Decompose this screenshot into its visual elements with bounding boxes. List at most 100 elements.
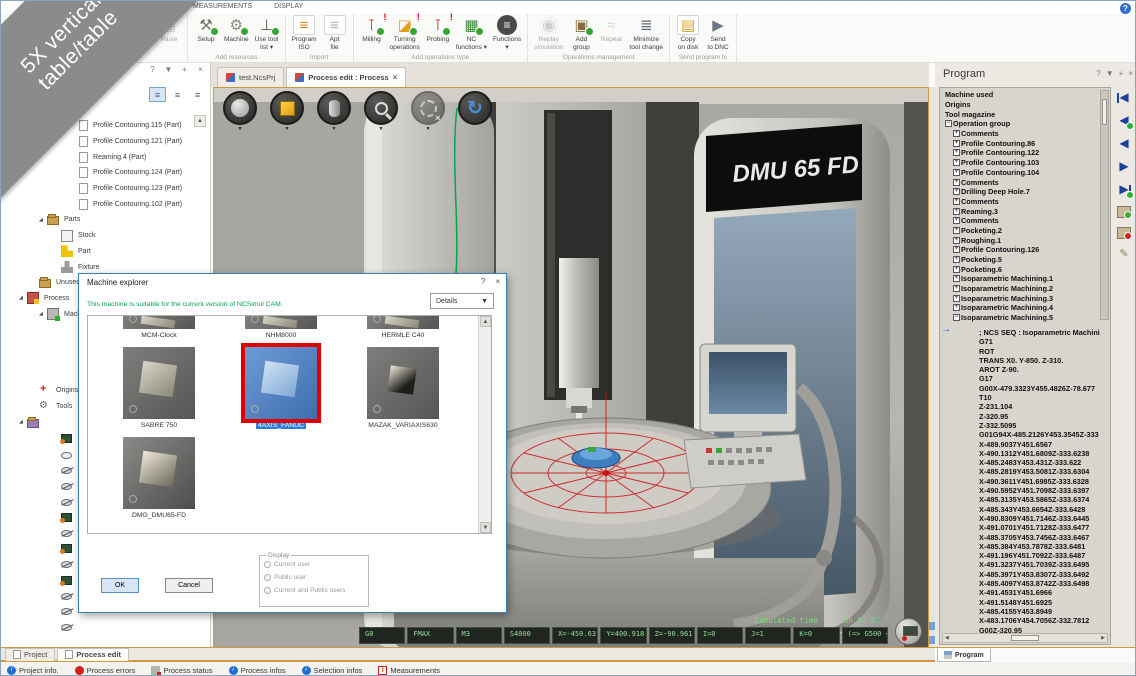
isometric-view-button[interactable]: ▼ (269, 91, 305, 133)
gcode-line[interactable]: X-485.2819Y453.5081Z-333.6304 (943, 467, 1111, 476)
tree-item[interactable]: Profile Contouring.123 (Part) (1, 181, 193, 197)
gcode-line[interactable]: X-485.4097Y453.8742Z-333.6498 (943, 579, 1111, 588)
machine-thumbnail[interactable]: SABRE 750 (123, 347, 195, 429)
program-tree-item[interactable]: + Isoparametric Machining.3 (943, 293, 1103, 303)
expander-icon[interactable] (19, 419, 27, 425)
gcode-line[interactable]: X-485.3971Y453.8307Z-333.6492 (943, 570, 1111, 579)
ribbon-button[interactable]: ≈ Repeat (596, 14, 626, 45)
visibility-icon[interactable] (27, 419, 39, 428)
visibility-icon[interactable] (61, 452, 72, 459)
expander-icon[interactable]: + (953, 208, 960, 215)
expander-icon[interactable]: + (953, 140, 960, 147)
ribbon-button[interactable]: ⚙ Machine (221, 14, 252, 45)
program-tree-item[interactable]: + Pocketing.2 (943, 226, 1103, 236)
ok-button[interactable]: OK (101, 578, 139, 593)
gcode-line[interactable]: X-491.196Y451.7092Z-333.6487 (943, 551, 1111, 560)
list-view-button[interactable]: ≡ (189, 87, 206, 102)
radio-option[interactable]: Current and Public users (264, 584, 364, 597)
visibility-icon[interactable] (61, 499, 72, 506)
add-operation-icon[interactable] (1117, 206, 1131, 218)
program-tree-item[interactable]: + Profile Contouring.126 (943, 245, 1103, 255)
scroll-down-icon[interactable]: ▼ (480, 522, 491, 533)
program-tree-item[interactable]: − Isoparametric Machining.5 (943, 313, 1103, 323)
gcode-line[interactable]: X-490.1312Y451.6809Z-333.6238 (943, 449, 1111, 458)
expander-icon[interactable]: + (953, 237, 960, 244)
machine-thumbnail[interactable]: MAZAK_VARIAXIS630 (367, 347, 439, 429)
expander-icon[interactable]: + (953, 256, 960, 263)
rewind-icon[interactable]: ◀ (1116, 114, 1132, 128)
tree-item[interactable]: Stock (1, 228, 193, 244)
gcode-line[interactable]: X-485.343Y453.6654Z-333.6428 (943, 505, 1111, 514)
ribbon-button[interactable]: ≣ Minimize tool change (626, 14, 666, 53)
expander-icon[interactable] (39, 217, 47, 223)
gcode-line[interactable]: ; NCS SEQ : Isoparametric Machini (943, 328, 1111, 337)
visibility-icon[interactable] (61, 513, 72, 522)
program-tree-item[interactable]: + Pocketing.6 (943, 264, 1103, 274)
program-tree-item[interactable]: + Roughing.1 (943, 235, 1103, 245)
gcode-line[interactable]: G71 (943, 337, 1111, 346)
ribbon-button[interactable]: ◉ Replay simulation (531, 14, 566, 53)
workspace-tab[interactable]: Project (5, 648, 55, 661)
chevron-down-icon[interactable]: ▼ (1106, 69, 1114, 78)
gcode-line[interactable]: X-483.1706Y454.7056Z-332.7812 (943, 616, 1111, 625)
gcode-line[interactable]: Z-320.95 (943, 412, 1111, 421)
status-bar-item[interactable]: Measurements (378, 666, 440, 675)
ribbon-button[interactable]: ⚒ Setup (191, 14, 221, 45)
expander-icon[interactable]: + (953, 188, 960, 195)
status-bar-item[interactable]: Process status (151, 666, 212, 675)
ribbon-button[interactable]: ▣ Add group (566, 14, 596, 53)
gcode-line[interactable]: X-485.4155Y453.8949 (943, 607, 1111, 616)
visibility-icon[interactable] (61, 624, 72, 631)
cylindrical-view-button[interactable]: ▼ (316, 91, 352, 133)
ribbon-button[interactable]: ≡ Apt file (320, 14, 350, 53)
scrollbar-horizontal[interactable]: ◀ ▶ (942, 633, 1108, 643)
details-dropdown[interactable]: Details ▼ (430, 293, 494, 309)
expander-icon[interactable] (39, 311, 47, 317)
visibility-icon[interactable] (61, 561, 72, 568)
program-tree-item[interactable]: + Comments (943, 129, 1103, 139)
close-icon[interactable]: × (393, 73, 398, 82)
expander-icon[interactable]: + (953, 179, 960, 186)
expander-icon[interactable]: + (953, 227, 960, 234)
visibility-icon[interactable] (61, 467, 72, 474)
ribbon-tab[interactable]: DISPLAY (270, 2, 307, 11)
document-tab[interactable]: test.NcsPrj × (217, 67, 284, 87)
program-tree-item[interactable]: − Operation group (943, 119, 1103, 129)
gcode-line[interactable]: X-491.0701Y451.7128Z-333.6477 (943, 523, 1111, 532)
selection-filter-button[interactable]: ▼ (410, 91, 446, 133)
cancel-button[interactable]: Cancel (165, 578, 213, 593)
program-tree-item[interactable]: + Comments (943, 197, 1103, 207)
visibility-icon[interactable] (61, 608, 72, 615)
ribbon-button[interactable]: ▶ Send to DNC (703, 14, 733, 53)
expander-icon[interactable]: + (953, 295, 960, 302)
machine-thumbnail[interactable]: HERMLE C40 (367, 316, 439, 339)
go-to-last-icon[interactable]: ▶ (1116, 183, 1132, 197)
program-tree-item[interactable]: + Profile Contouring.104 (943, 168, 1103, 178)
program-tree-item[interactable]: + Reaming.3 (943, 206, 1103, 216)
gcode-line[interactable]: X-490.3611Y451.6985Z-333.6328 (943, 477, 1111, 486)
machine-thumbnail[interactable]: MCM-Clock (123, 316, 195, 339)
gcode-line[interactable]: X-490.5952Y451.7098Z-333.6397 (943, 486, 1111, 495)
program-tree-item[interactable]: + Profile Contouring.86 (943, 138, 1103, 148)
status-bar-item[interactable]: Selection infos (302, 666, 363, 675)
radio-icon[interactable] (264, 587, 271, 594)
program-tree-item[interactable]: Machine used (943, 90, 1103, 100)
refresh-orbit-button[interactable]: ↻ (457, 91, 493, 133)
scrollbar-vertical[interactable]: ▲ ▼ (478, 316, 491, 533)
ribbon-button[interactable]: ▦ NC functions ▾ (453, 14, 490, 53)
program-tree-item[interactable]: + Isoparametric Machining.4 (943, 303, 1103, 313)
ribbon-button[interactable]: ⊥ Use tool list ▾ (252, 14, 282, 53)
tree-item[interactable]: Profile Contouring.102 (Part) (1, 196, 193, 212)
visibility-icon[interactable] (61, 544, 72, 553)
ribbon-button[interactable]: ≡ Functions ▾ (490, 14, 524, 53)
expander-icon[interactable]: + (953, 285, 960, 292)
expander-icon[interactable]: + (953, 246, 960, 253)
radio-option[interactable]: Public user (264, 571, 364, 584)
gcode-line[interactable]: G00X-479.3323Y455.4826Z-78.677 (943, 384, 1111, 393)
scroll-up-icon[interactable]: ▲ (194, 115, 206, 127)
tree-item[interactable]: Parts (1, 212, 193, 228)
remove-operation-icon[interactable] (1117, 227, 1131, 239)
gcode-line[interactable]: X-489.9037Y451.6567 (943, 440, 1111, 449)
radio-icon[interactable] (264, 574, 271, 581)
gcode-line[interactable]: Z-332.5095 (943, 421, 1111, 430)
